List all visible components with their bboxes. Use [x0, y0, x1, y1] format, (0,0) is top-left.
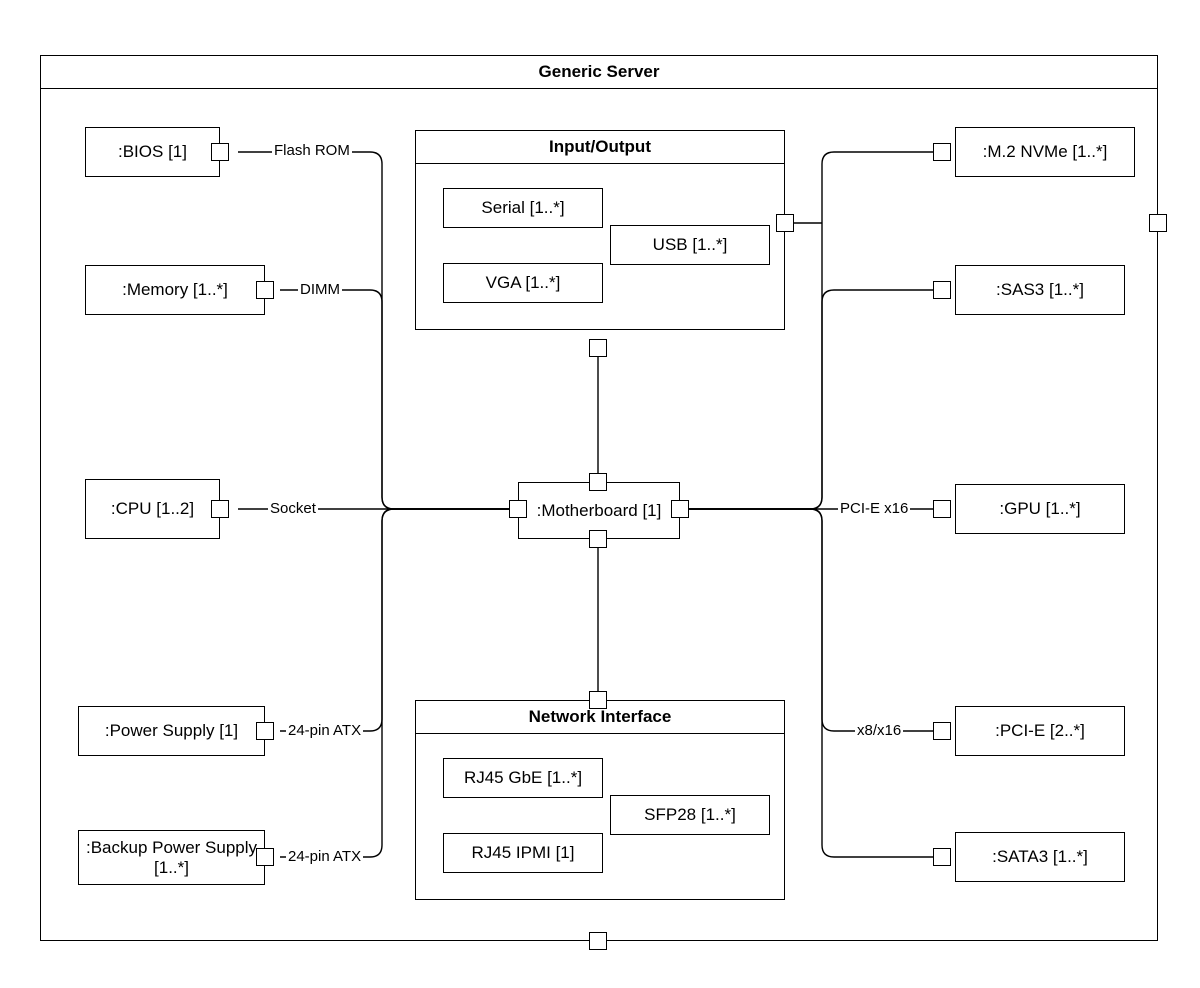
bios-port: [211, 143, 229, 161]
gpu-box: :GPU [1..*]: [955, 484, 1125, 534]
diagram-canvas: Generic Server Input/Output: [0, 0, 1200, 988]
sas3-port: [933, 281, 951, 299]
bpsu-port: [256, 848, 274, 866]
pcie-edge-label: x8/x16: [855, 722, 903, 739]
pcie-port: [933, 722, 951, 740]
m2-box: :M.2 NVMe [1..*]: [955, 127, 1135, 177]
m2-port: [933, 143, 951, 161]
io-right-port: [776, 214, 794, 232]
psu-edge-label: 24-pin ATX: [286, 722, 363, 739]
net-sfp28-box: SFP28 [1..*]: [610, 795, 770, 835]
gpu-edge-label: PCI-E x16: [838, 500, 910, 517]
motherboard-right-port: [671, 500, 689, 518]
memory-box: :Memory [1..*]: [85, 265, 265, 315]
psu-port: [256, 722, 274, 740]
motherboard-left-port: [509, 500, 527, 518]
net-top-port: [589, 691, 607, 709]
cpu-edge-label: Socket: [268, 500, 318, 517]
bpsu-edge-label: 24-pin ATX: [286, 848, 363, 865]
io-usb-box: USB [1..*]: [610, 225, 770, 265]
net-bottom-port: [589, 932, 607, 950]
net-rj45ipmi-box: RJ45 IPMI [1]: [443, 833, 603, 873]
sas3-box: :SAS3 [1..*]: [955, 265, 1125, 315]
pcie-box: :PCI-E [2..*]: [955, 706, 1125, 756]
motherboard-top-port: [589, 473, 607, 491]
io-bottom-port: [589, 339, 607, 357]
motherboard-bottom-port: [589, 530, 607, 548]
bios-edge-label: Flash ROM: [272, 142, 352, 159]
cpu-port: [211, 500, 229, 518]
memory-port: [256, 281, 274, 299]
bpsu-box: :Backup Power Supply [1..*]: [78, 830, 265, 885]
sata3-box: :SATA3 [1..*]: [955, 832, 1125, 882]
cpu-box: :CPU [1..2]: [85, 479, 220, 539]
sata3-port: [933, 848, 951, 866]
generic-server-title: Generic Server: [41, 56, 1157, 89]
memory-edge-label: DIMM: [298, 281, 342, 298]
server-right-port: [1149, 214, 1167, 232]
io-title: Input/Output: [416, 131, 784, 164]
net-rj45gbe-box: RJ45 GbE [1..*]: [443, 758, 603, 798]
psu-box: :Power Supply [1]: [78, 706, 265, 756]
gpu-port: [933, 500, 951, 518]
io-serial-box: Serial [1..*]: [443, 188, 603, 228]
bios-box: :BIOS [1]: [85, 127, 220, 177]
io-vga-box: VGA [1..*]: [443, 263, 603, 303]
